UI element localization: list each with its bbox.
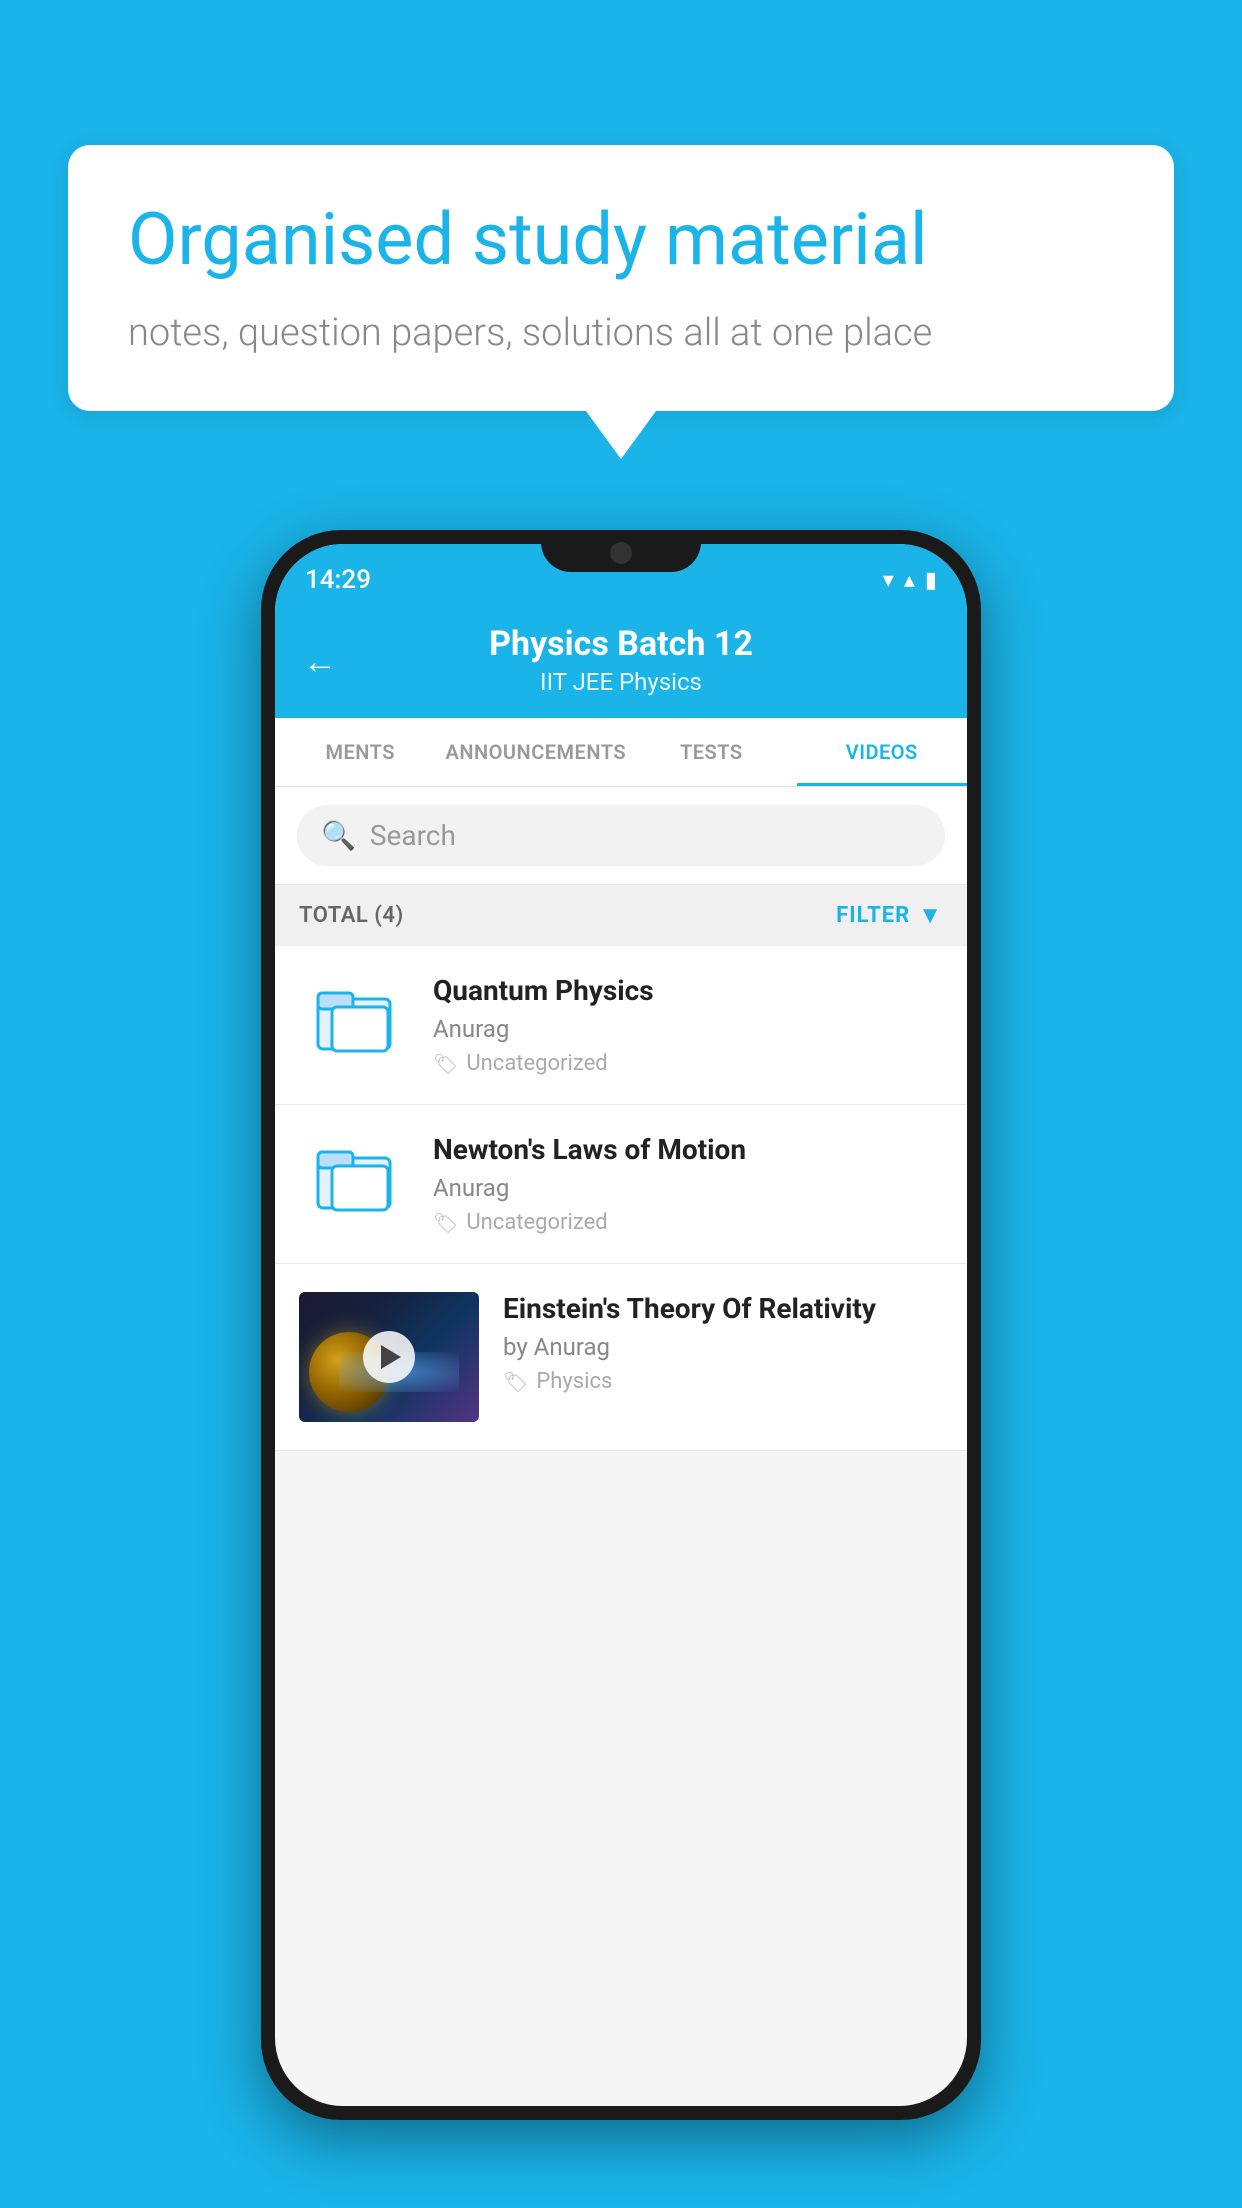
tag-label: Uncategorized <box>466 1210 607 1235</box>
back-button[interactable]: ← <box>303 642 337 682</box>
list-item[interactable]: Einstein's Theory Of Relativity by Anura… <box>275 1264 967 1451</box>
item-author: Anurag <box>433 1174 943 1202</box>
search-icon: 🔍 <box>321 819 356 852</box>
item-tag: 🏷 Physics <box>503 1369 943 1394</box>
hero-subtitle: notes, question papers, solutions all at… <box>128 307 1114 360</box>
hero-card: Organised study material notes, question… <box>68 145 1174 411</box>
folder-icon <box>314 1138 394 1218</box>
item-info: Newton's Laws of Motion Anurag 🏷 Uncateg… <box>433 1133 943 1235</box>
list-item[interactable]: Quantum Physics Anurag 🏷 Uncategorized <box>275 946 967 1105</box>
list-item[interactable]: Newton's Laws of Motion Anurag 🏷 Uncateg… <box>275 1105 967 1264</box>
search-input-wrapper[interactable]: 🔍 Search <box>297 805 945 866</box>
item-title: Einstein's Theory Of Relativity <box>503 1292 943 1325</box>
filter-row: TOTAL (4) FILTER ▼ <box>275 885 967 946</box>
wifi-icon: ▾ <box>883 568 894 593</box>
tag-icon: 🏷 <box>433 1211 458 1235</box>
item-thumbnail <box>299 1133 409 1223</box>
tab-videos[interactable]: VIDEOS <box>797 718 967 786</box>
video-list: Quantum Physics Anurag 🏷 Uncategorized <box>275 946 967 1451</box>
tab-ments[interactable]: MENTS <box>275 718 445 786</box>
item-info: Quantum Physics Anurag 🏷 Uncategorized <box>433 974 943 1076</box>
tab-tests[interactable]: TESTS <box>626 718 796 786</box>
batch-title: Physics Batch 12 <box>305 624 937 664</box>
front-camera <box>610 542 632 564</box>
battery-icon: ▮ <box>925 568 937 593</box>
filter-label: FILTER <box>836 903 910 928</box>
signal-icon: ▴ <box>904 568 915 593</box>
total-count: TOTAL (4) <box>299 903 404 928</box>
status-icons: ▾ ▴ ▮ <box>883 568 937 593</box>
search-container: 🔍 Search <box>275 787 967 885</box>
play-button[interactable] <box>363 1331 415 1383</box>
phone-screen: 14:29 ▾ ▴ ▮ ← Physics Batch 12 IIT JEE P… <box>275 544 967 2106</box>
tag-label: Uncategorized <box>466 1051 607 1076</box>
play-icon <box>381 1345 401 1369</box>
tag-icon: 🏷 <box>503 1370 528 1394</box>
tabs-container: MENTS ANNOUNCEMENTS TESTS VIDEOS <box>275 718 967 787</box>
filter-icon: ▼ <box>918 901 943 930</box>
status-time: 14:29 <box>305 565 371 595</box>
item-title: Quantum Physics <box>433 974 943 1007</box>
tab-announcements[interactable]: ANNOUNCEMENTS <box>445 718 626 786</box>
tag-icon: 🏷 <box>433 1052 458 1076</box>
item-info: Einstein's Theory Of Relativity by Anura… <box>503 1292 943 1394</box>
tag-label: Physics <box>536 1369 612 1394</box>
item-tag: 🏷 Uncategorized <box>433 1210 943 1235</box>
video-thumbnail <box>299 1292 479 1422</box>
folder-icon <box>314 979 394 1059</box>
phone-notch <box>541 530 701 572</box>
batch-subtitle: IIT JEE Physics <box>305 668 937 696</box>
filter-button[interactable]: FILTER ▼ <box>836 901 943 930</box>
hero-title: Organised study material <box>128 197 1114 283</box>
item-author: by Anurag <box>503 1333 943 1361</box>
item-tag: 🏷 Uncategorized <box>433 1051 943 1076</box>
phone-mockup: 14:29 ▾ ▴ ▮ ← Physics Batch 12 IIT JEE P… <box>261 530 981 2120</box>
item-thumbnail <box>299 974 409 1064</box>
item-author: Anurag <box>433 1015 943 1043</box>
item-title: Newton's Laws of Motion <box>433 1133 943 1166</box>
app-header: ← Physics Batch 12 IIT JEE Physics <box>275 606 967 718</box>
search-input[interactable]: Search <box>370 819 456 852</box>
